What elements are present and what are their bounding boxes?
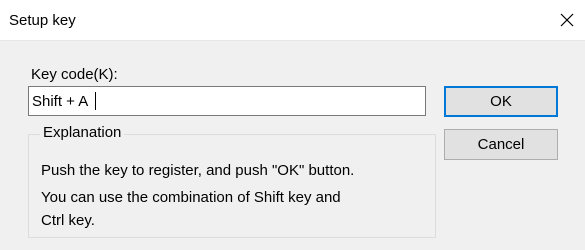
cancel-button[interactable]: Cancel	[444, 129, 558, 160]
setup-key-dialog: Setup key Key code(K): OK Cancel Explana…	[0, 0, 585, 250]
close-icon	[560, 13, 574, 27]
explanation-line-1: Push the key to register, and push "OK" …	[41, 162, 355, 179]
close-button[interactable]	[549, 2, 585, 38]
key-code-label: Key code(K):	[31, 66, 118, 83]
explanation-line-2: You can use the combination of Shift key…	[41, 189, 341, 206]
title-bar: Setup key	[0, 0, 585, 41]
key-code-input[interactable]	[28, 86, 426, 116]
explanation-line-3: Ctrl key.	[41, 212, 95, 229]
text-caret	[95, 92, 96, 110]
dialog-title: Setup key	[9, 12, 76, 29]
explanation-title: Explanation	[40, 124, 125, 141]
ok-button[interactable]: OK	[444, 86, 558, 117]
